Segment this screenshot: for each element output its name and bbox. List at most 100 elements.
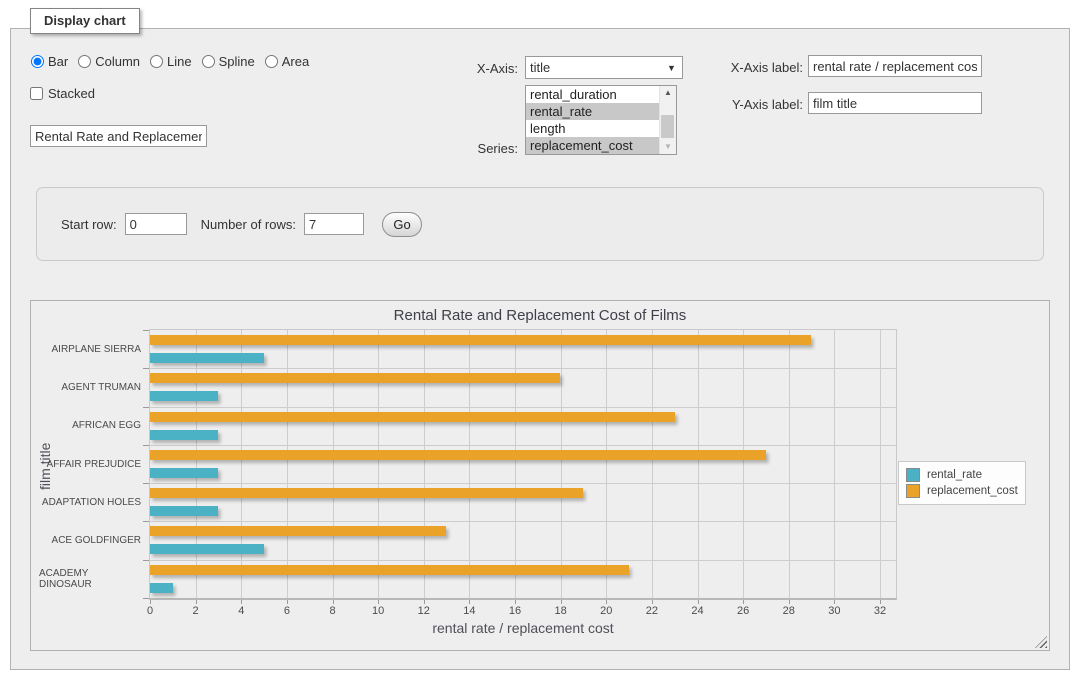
- y-category-label: AIRPLANE SIERRA: [39, 330, 141, 368]
- x-tick-label: 6: [284, 605, 290, 617]
- x-axis-tick: [424, 600, 425, 604]
- bar-rental_rate: [150, 583, 173, 593]
- y-category-label: AGENT TRUMAN: [39, 368, 141, 406]
- bar-replacement_cost: [150, 373, 560, 383]
- chart-title-input[interactable]: [30, 125, 207, 147]
- grid-line-v: [241, 330, 242, 598]
- resize-grip-icon[interactable]: [1035, 636, 1047, 648]
- stacked-checkbox[interactable]: [30, 87, 43, 100]
- chart-type-option-column[interactable]: Column: [78, 54, 140, 69]
- series-listbox-scrollbar[interactable]: ▲ ▼: [659, 86, 676, 154]
- chart-type-option-spline[interactable]: Spline: [202, 54, 255, 69]
- grid-line-h: [150, 483, 896, 484]
- x-axis-tick: [834, 600, 835, 604]
- grid-line-h: [150, 521, 896, 522]
- grid-line-v: [515, 330, 516, 598]
- x-tick-label: 12: [418, 605, 430, 617]
- series-option-rental_duration[interactable]: rental_duration: [526, 86, 659, 103]
- series-option-rental_rate[interactable]: rental_rate: [526, 103, 659, 120]
- grid-line-v: [561, 330, 562, 598]
- x-axis-title: rental rate / replacement cost: [149, 620, 897, 636]
- display-chart-fieldset: Display chart BarColumnLineSplineArea St…: [10, 28, 1070, 670]
- x-axis-tick: [196, 600, 197, 604]
- x-axis-tick: [789, 600, 790, 604]
- x-axis-tick: [698, 600, 699, 604]
- x-tick-label: 32: [874, 605, 886, 617]
- x-axis-select[interactable]: title: [525, 56, 683, 79]
- x-tick-label: 30: [828, 605, 840, 617]
- chart-type-radio-column[interactable]: [78, 55, 91, 68]
- number-of-rows-input[interactable]: [304, 213, 364, 235]
- y-axis-tick: [143, 560, 149, 561]
- series-label: Series:: [420, 141, 518, 156]
- grid-line-v: [880, 330, 881, 598]
- chart-type-radio-area[interactable]: [265, 55, 278, 68]
- x-axis-tick: [287, 600, 288, 604]
- y-axis-tick: [143, 521, 149, 522]
- y-category-label: AFFAIR PREJUDICE: [39, 445, 141, 483]
- scroll-down-icon[interactable]: ▼: [660, 140, 676, 154]
- grid-line-v: [196, 330, 197, 598]
- x-tick-label: 2: [193, 605, 199, 617]
- x-axis-tick: [241, 600, 242, 604]
- grid-line-v: [743, 330, 744, 598]
- y-axis-tick: [143, 445, 149, 446]
- y-category-label: ACADEMY DINOSAUR: [39, 560, 141, 598]
- bar-replacement_cost: [150, 335, 811, 345]
- x-axis-tick: [333, 600, 334, 604]
- x-tick-label: 4: [238, 605, 244, 617]
- x-tick-label: 22: [646, 605, 658, 617]
- start-row-label: Start row:: [61, 217, 117, 232]
- chart-type-option-line[interactable]: Line: [150, 54, 192, 69]
- bar-replacement_cost: [150, 526, 446, 536]
- go-button[interactable]: Go: [382, 212, 422, 237]
- x-axis-tick: [150, 600, 151, 604]
- grid-line-v: [287, 330, 288, 598]
- x-tick-label: 26: [737, 605, 749, 617]
- stacked-option[interactable]: Stacked: [30, 86, 95, 101]
- bar-rental_rate: [150, 544, 264, 554]
- start-row-input[interactable]: [125, 213, 187, 235]
- legend-label: rental_rate: [927, 469, 982, 481]
- scroll-up-icon[interactable]: ▲: [660, 86, 676, 100]
- bar-rental_rate: [150, 468, 218, 478]
- grid-line-v: [834, 330, 835, 598]
- chart-type-radio-bar[interactable]: [31, 55, 44, 68]
- x-axis-label-input[interactable]: [808, 55, 982, 77]
- grid-line-v: [698, 330, 699, 598]
- legend-swatch-rental_rate: [906, 468, 920, 482]
- chart-type-option-bar[interactable]: Bar: [31, 54, 68, 69]
- grid-line-h: [150, 407, 896, 408]
- grid-line-v: [378, 330, 379, 598]
- chart-type-radio-group: Bar Column Line Spline Area: [31, 54, 309, 69]
- y-axis-tick: [143, 407, 149, 408]
- x-axis-tick: [515, 600, 516, 604]
- grid-line-v: [469, 330, 470, 598]
- chart-type-radio-line[interactable]: [150, 55, 163, 68]
- x-tick-label: 8: [329, 605, 335, 617]
- legend-entry-rental_rate: rental_rate: [906, 468, 1018, 482]
- chart-title: Rental Rate and Replacement Cost of Film…: [31, 307, 1049, 324]
- scrollbar-thumb[interactable]: [661, 115, 674, 138]
- series-listbox[interactable]: rental_durationrental_ratelengthreplacem…: [525, 85, 677, 155]
- bar-replacement_cost: [150, 488, 583, 498]
- bar-replacement_cost: [150, 450, 766, 460]
- series-option-length[interactable]: length: [526, 120, 659, 137]
- y-axis-label-input[interactable]: [808, 92, 982, 114]
- series-option-replacement_cost[interactable]: replacement_cost: [526, 137, 659, 154]
- chart-type-radio-spline[interactable]: [202, 55, 215, 68]
- x-axis-tick: [469, 600, 470, 604]
- grid-line-h: [150, 445, 896, 446]
- panel-title: Display chart: [30, 8, 140, 34]
- x-tick-label: 14: [463, 605, 475, 617]
- x-tick-label: 10: [372, 605, 384, 617]
- grid-line-v: [606, 330, 607, 598]
- bar-replacement_cost: [150, 565, 629, 575]
- x-axis-label-caption: X-Axis label:: [723, 60, 803, 75]
- grid-line-v: [789, 330, 790, 598]
- chart-type-label: Spline: [219, 54, 255, 69]
- chart-type-option-area[interactable]: Area: [265, 54, 309, 69]
- chart-type-label: Column: [95, 54, 140, 69]
- chart-legend: rental_ratereplacement_cost: [898, 461, 1026, 505]
- x-axis-tick: [606, 600, 607, 604]
